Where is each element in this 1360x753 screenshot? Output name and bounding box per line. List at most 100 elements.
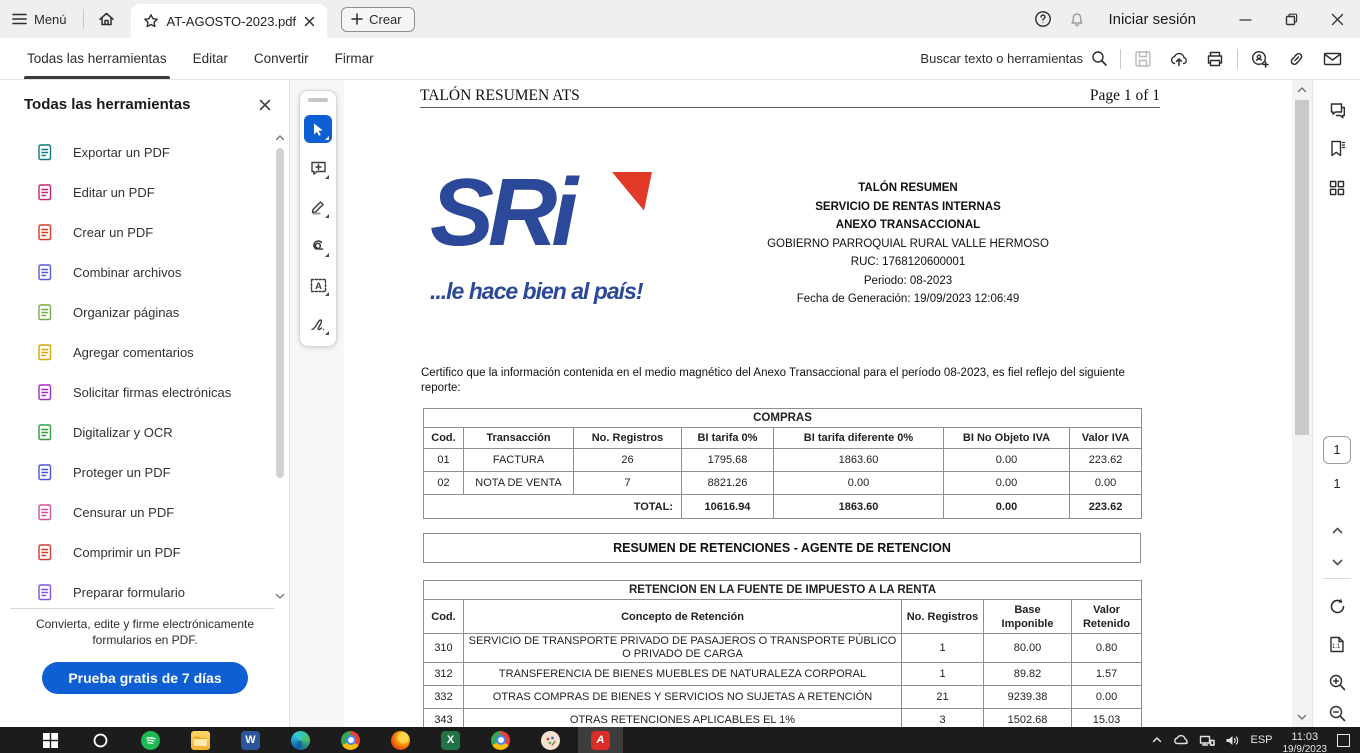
file-explorer-icon[interactable] [190, 730, 211, 751]
onedrive-tray-icon[interactable] [1173, 734, 1189, 746]
document-scrollbar[interactable] [1292, 80, 1312, 727]
retencion-header-cell: Concepto de Retención [464, 600, 902, 634]
page-thumbnails-icon[interactable] [1325, 176, 1349, 200]
home-button[interactable] [88, 11, 125, 27]
drag-handle[interactable] [308, 98, 328, 102]
restore-button[interactable] [1268, 0, 1314, 38]
tray-expand-icon[interactable] [1151, 734, 1163, 746]
sidebar-tool-item[interactable]: Solicitar firmas electrónicas [0, 372, 268, 412]
main-toolbar: Todas las herramientasEditarConvertirFir… [0, 38, 1360, 80]
spotify-icon[interactable] [140, 730, 161, 751]
compress-pdf-icon [36, 543, 55, 562]
volume-tray-icon[interactable] [1225, 734, 1240, 747]
notification-center-icon[interactable] [1337, 734, 1350, 747]
sidebar-tool-item[interactable]: Organizar páginas [0, 292, 268, 332]
document-info-line: Periodo: 08-2023 [698, 272, 1118, 291]
select-tool[interactable] [304, 115, 332, 143]
bookmarks-panel-icon[interactable] [1325, 136, 1349, 160]
scroll-up-icon[interactable] [1296, 84, 1308, 96]
next-page-icon[interactable] [1325, 550, 1349, 574]
previous-page-icon[interactable] [1325, 518, 1349, 542]
add-comment-tool[interactable] [304, 154, 332, 182]
search-input[interactable]: Buscar texto o herramientas [912, 44, 1116, 73]
sidebar-tool-item[interactable]: Crear un PDF [0, 212, 268, 252]
start-button[interactable] [40, 730, 61, 751]
sidebar-tool-item[interactable]: Comprimir un PDF [0, 532, 268, 572]
fill-sign-tool[interactable] [304, 310, 332, 338]
word-icon[interactable]: W [240, 730, 261, 751]
rotate-page-icon[interactable] [1325, 594, 1349, 618]
right-panel: 1 1 1:1 [1312, 80, 1360, 727]
scroll-up-icon[interactable] [274, 132, 286, 144]
chrome-profile-icon[interactable] [490, 730, 511, 751]
edge-icon[interactable] [290, 730, 311, 751]
compras-title: COMPRAS [424, 409, 1142, 428]
free-trial-button[interactable]: Prueba gratis de 7 días [42, 662, 247, 694]
zoom-out-icon[interactable] [1325, 701, 1349, 725]
toolbar-tab[interactable]: Convertir [241, 38, 322, 79]
document-info-line: GOBIERNO PARROQUIAL RURAL VALLE HERMOSO [698, 235, 1118, 254]
divider [83, 9, 84, 29]
sidebar-tool-item[interactable]: Exportar un PDF [0, 132, 268, 172]
add-text-tool[interactable]: A [304, 271, 332, 299]
document-info-line: Fecha de Generación: 19/09/2023 12:06:49 [698, 290, 1118, 309]
menu-button[interactable]: Menú [0, 12, 79, 27]
edit-pdf-icon [36, 183, 55, 202]
highlight-tool[interactable] [304, 193, 332, 221]
compras-header-cell: BI tarifa diferente 0% [774, 428, 944, 449]
paint-icon[interactable] [540, 730, 561, 751]
scrollbar-thumb[interactable] [276, 148, 284, 478]
sidebar-scrollbar[interactable] [274, 132, 286, 602]
firefox-icon[interactable] [390, 730, 411, 751]
create-button[interactable]: Crear [341, 7, 415, 32]
toolbar-tab[interactable]: Editar [180, 38, 241, 79]
sidebar-tool-item[interactable]: Preparar formulario [0, 572, 268, 612]
acrobat-icon[interactable]: A [590, 730, 611, 751]
clock[interactable]: 11:03 19/9/2023 [1283, 727, 1328, 753]
compras-header-cell: Valor IVA [1070, 428, 1142, 449]
close-window-button[interactable] [1314, 0, 1360, 38]
chrome-icon[interactable] [340, 730, 361, 751]
print-icon[interactable] [1197, 43, 1233, 75]
document-info-line: RUC: 1768120600001 [698, 253, 1118, 272]
close-sidebar-icon[interactable] [259, 99, 271, 111]
network-tray-icon[interactable] [1199, 734, 1215, 747]
share-upload-icon[interactable] [1161, 43, 1197, 75]
sidebar-tool-item[interactable]: Proteger un PDF [0, 452, 268, 492]
sidebar-tool-label: Organizar páginas [73, 305, 179, 320]
compras-total-row: TOTAL: 10616.94 1863.60 0.00 223.62 [424, 495, 1142, 519]
page-number-input[interactable]: 1 [1323, 436, 1351, 464]
language-indicator[interactable]: ESP [1250, 734, 1272, 746]
toolbar-tab[interactable]: Firmar [322, 38, 387, 79]
search-taskbar-icon[interactable] [90, 730, 111, 751]
zoom-in-icon[interactable] [1325, 670, 1349, 694]
request-signature-icon[interactable] [1242, 43, 1278, 75]
toolbar-tab[interactable]: Todas las herramientas [14, 38, 180, 79]
actual-size-icon[interactable]: 1:1 [1325, 632, 1349, 656]
star-icon[interactable] [143, 13, 159, 29]
close-tab-icon[interactable] [304, 16, 315, 27]
sidebar-tool-item[interactable]: Digitalizar y OCR [0, 412, 268, 452]
sidebar-tool-item[interactable]: Agregar comentarios [0, 332, 268, 372]
excel-icon[interactable]: X [440, 730, 461, 751]
minimize-button[interactable] [1222, 0, 1268, 38]
sidebar-tool-item[interactable]: Combinar archivos [0, 252, 268, 292]
protect-pdf-icon [36, 463, 55, 482]
help-icon[interactable] [1026, 0, 1060, 38]
comments-panel-icon[interactable] [1325, 98, 1349, 122]
email-icon[interactable] [1314, 43, 1350, 75]
retencion-header-cell: Valor Retenido [1072, 600, 1142, 634]
scrollbar-thumb[interactable] [1295, 100, 1309, 435]
sidebar-tool-item[interactable]: Editar un PDF [0, 172, 268, 212]
sign-in-button[interactable]: Iniciar sesión [1108, 11, 1196, 28]
link-icon[interactable] [1278, 43, 1314, 75]
sidebar-tool-label: Editar un PDF [73, 185, 155, 200]
sidebar-tool-item[interactable]: Censurar un PDF [0, 492, 268, 532]
scroll-down-icon[interactable] [274, 590, 286, 602]
scroll-down-icon[interactable] [1296, 711, 1308, 723]
compras-header-cell: BI No Objeto IVA [944, 428, 1070, 449]
draw-tool[interactable] [304, 232, 332, 260]
document-tab[interactable]: AT-AGOSTO-2023.pdf [131, 4, 328, 38]
create-label: Crear [369, 12, 402, 27]
notifications-bell-icon[interactable] [1060, 0, 1094, 38]
